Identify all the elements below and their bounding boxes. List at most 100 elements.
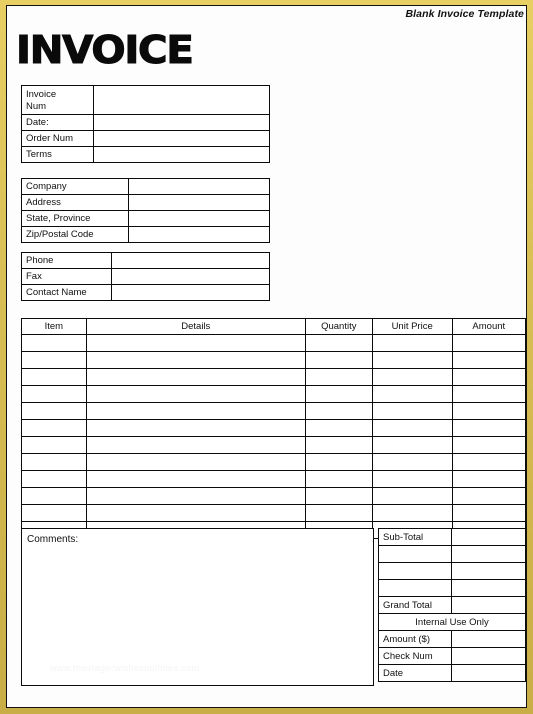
cell-quantity[interactable]	[304, 419, 373, 437]
contact-field-label: Fax	[21, 268, 112, 285]
cell-details[interactable]	[85, 453, 306, 471]
invoice-field-row: Invoice Num	[21, 85, 270, 115]
cell-quantity[interactable]	[304, 470, 373, 488]
cell-details[interactable]	[85, 436, 306, 454]
cell-details[interactable]	[85, 419, 306, 437]
invoice-details-block: Invoice Num Date: Order Num Terms	[21, 85, 270, 163]
cell-amount[interactable]	[451, 453, 526, 471]
totals-input[interactable]	[451, 562, 526, 580]
cell-unit-price[interactable]	[371, 385, 453, 403]
cell-item[interactable]	[21, 368, 87, 386]
column-header-amount: Amount	[451, 318, 526, 335]
totals-input[interactable]	[451, 579, 526, 597]
totals-input[interactable]	[451, 528, 526, 546]
cell-details[interactable]	[85, 487, 306, 505]
totals-input[interactable]	[451, 545, 526, 563]
cell-item[interactable]	[21, 385, 87, 403]
cell-details[interactable]	[85, 368, 306, 386]
cell-quantity[interactable]	[304, 334, 373, 352]
contact-field-row: Phone	[21, 252, 270, 269]
cell-amount[interactable]	[451, 436, 526, 454]
company-field-input[interactable]	[128, 210, 270, 227]
invoice-field-label: Date:	[21, 114, 94, 131]
cell-unit-price[interactable]	[371, 419, 453, 437]
cell-amount[interactable]	[451, 487, 526, 505]
invoice-field-input[interactable]	[93, 146, 270, 163]
cell-item[interactable]	[21, 419, 87, 437]
cell-quantity[interactable]	[304, 504, 373, 522]
column-header-unit-price: Unit Price	[371, 318, 453, 335]
template-caption: Blank Invoice Template	[405, 8, 524, 20]
totals-input[interactable]	[451, 630, 526, 648]
contact-field-input[interactable]	[111, 252, 270, 269]
invoice-page: Blank Invoice Template INVOICE Invoice Nu…	[6, 5, 527, 708]
invoice-field-label: Order Num	[21, 130, 94, 147]
cell-item[interactable]	[21, 351, 87, 369]
cell-amount[interactable]	[451, 368, 526, 386]
contact-field-input[interactable]	[111, 268, 270, 285]
totals-label: Grand Total	[378, 596, 452, 614]
company-field-input[interactable]	[128, 194, 270, 211]
cell-quantity[interactable]	[304, 385, 373, 403]
company-field-input[interactable]	[128, 178, 270, 195]
cell-amount[interactable]	[451, 419, 526, 437]
cell-quantity[interactable]	[304, 487, 373, 505]
invoice-field-label: Invoice Num	[21, 85, 94, 115]
cell-unit-price[interactable]	[371, 402, 453, 420]
totals-input[interactable]	[451, 596, 526, 614]
invoice-field-row: Date:	[21, 114, 270, 131]
cell-details[interactable]	[85, 402, 306, 420]
cell-unit-price[interactable]	[371, 436, 453, 454]
cell-item[interactable]	[21, 470, 87, 488]
cell-quantity[interactable]	[304, 402, 373, 420]
cell-unit-price[interactable]	[371, 334, 453, 352]
cell-amount[interactable]	[451, 351, 526, 369]
totals-label: Sub-Total	[378, 528, 452, 546]
comments-box[interactable]: Comments: www.thestagerwishesoutlines.co…	[21, 528, 374, 686]
cell-details[interactable]	[85, 470, 306, 488]
invoice-field-input[interactable]	[93, 130, 270, 147]
cell-amount[interactable]	[451, 402, 526, 420]
cell-details[interactable]	[85, 334, 306, 352]
cell-quantity[interactable]	[304, 436, 373, 454]
cell-item[interactable]	[21, 487, 87, 505]
cell-quantity[interactable]	[304, 368, 373, 386]
contact-field-row: Fax	[21, 268, 270, 285]
cell-quantity[interactable]	[304, 453, 373, 471]
cell-item[interactable]	[21, 402, 87, 420]
cell-quantity[interactable]	[304, 351, 373, 369]
cell-amount[interactable]	[451, 385, 526, 403]
company-field-input[interactable]	[128, 226, 270, 243]
company-field-label: State, Province	[21, 210, 129, 227]
table-row	[21, 436, 526, 454]
cell-details[interactable]	[85, 504, 306, 522]
totals-input[interactable]	[451, 664, 526, 682]
cell-amount[interactable]	[451, 504, 526, 522]
cell-item[interactable]	[21, 334, 87, 352]
line-items-body	[21, 334, 526, 539]
invoice-field-input[interactable]	[93, 85, 270, 115]
cell-unit-price[interactable]	[371, 504, 453, 522]
table-row	[21, 470, 526, 488]
cell-unit-price[interactable]	[371, 487, 453, 505]
cell-unit-price[interactable]	[371, 453, 453, 471]
cell-item[interactable]	[21, 504, 87, 522]
cell-item[interactable]	[21, 453, 87, 471]
cell-amount[interactable]	[451, 470, 526, 488]
line-items-table: Item Details Quantity Unit Price Amount	[21, 318, 526, 539]
cell-details[interactable]	[85, 351, 306, 369]
invoice-details-rows: Invoice Num Date: Order Num Terms	[21, 85, 270, 163]
cell-unit-price[interactable]	[371, 368, 453, 386]
totals-row	[378, 545, 526, 563]
totals-input[interactable]	[451, 647, 526, 665]
cell-unit-price[interactable]	[371, 470, 453, 488]
contact-field-row: Contact Name	[21, 284, 270, 301]
cell-details[interactable]	[85, 385, 306, 403]
cell-unit-price[interactable]	[371, 351, 453, 369]
cell-amount[interactable]	[451, 334, 526, 352]
cell-item[interactable]	[21, 436, 87, 454]
contact-field-input[interactable]	[111, 284, 270, 301]
watermark-text: www.thestagerwishesoutlines.com	[50, 663, 200, 673]
totals-row: Amount ($)	[378, 630, 526, 648]
invoice-field-input[interactable]	[93, 114, 270, 131]
